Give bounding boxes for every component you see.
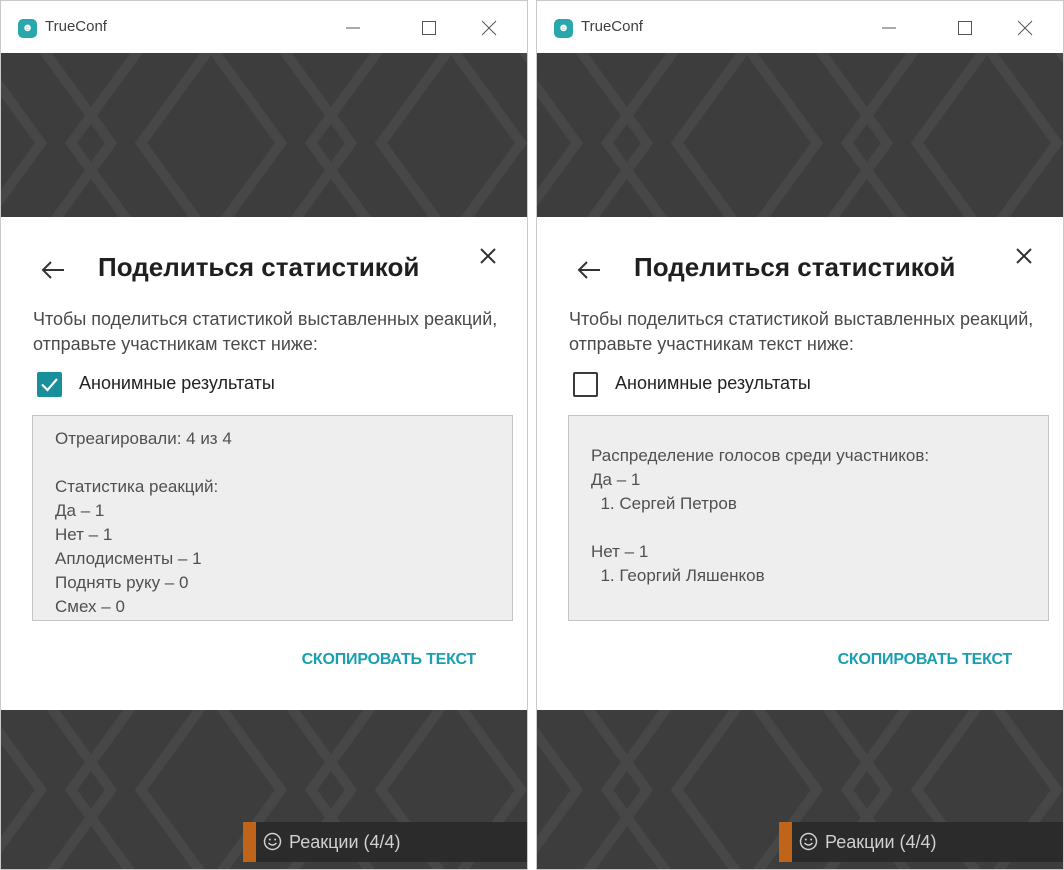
maximize-button[interactable] <box>945 11 985 45</box>
background-pattern <box>537 53 1063 217</box>
text-line: Да – 1 <box>55 501 105 520</box>
title-bar[interactable]: ☻ TrueConf <box>537 1 1063 53</box>
reactions-accent <box>779 822 792 862</box>
text-line <box>591 516 929 540</box>
trueconf-logo-icon: ☻ <box>18 19 37 38</box>
text-line: Распределение голосов среди участников: <box>591 446 930 465</box>
text-line: Смех – 0 <box>55 597 125 616</box>
dialog-title: Поделиться статистикой <box>634 252 956 282</box>
minimize-button[interactable] <box>869 11 909 45</box>
close-icon <box>1016 248 1032 264</box>
statistics-text-area[interactable]: Распределение голосов среди участников: … <box>568 415 1049 621</box>
anonymous-results-checkbox[interactable] <box>37 372 62 397</box>
title-bar[interactable]: ☻ TrueConf <box>1 1 527 53</box>
arrow-left-icon <box>577 261 600 279</box>
minimize-button[interactable] <box>333 11 373 45</box>
trueconf-logo-icon: ☻ <box>554 19 573 38</box>
text-line: Нет – 1 <box>591 542 649 561</box>
maximize-button[interactable] <box>409 11 449 45</box>
close-icon <box>481 20 497 36</box>
statistics-text-area[interactable]: Отреагировали: 4 из 4 Статистика реакций… <box>32 415 513 621</box>
copy-text-button[interactable]: СКОПИРОВАТЬ ТЕКСТ <box>838 651 1013 669</box>
back-button[interactable] <box>37 256 67 284</box>
text-line: Отреагировали: 4 из 4 <box>55 429 232 448</box>
text-line: Аплодисменты – 1 <box>55 549 202 568</box>
back-button[interactable] <box>573 256 603 284</box>
text-line: 1. Сергей Петров <box>591 494 737 513</box>
window-title: TrueConf <box>45 18 107 35</box>
reactions-label: Реакции (4/4) <box>289 832 401 852</box>
reactions-button[interactable]: Реакции (4/4) <box>779 822 1063 862</box>
text-line: Да – 1 <box>591 470 641 489</box>
text-line: Статистика реакций: <box>55 477 219 496</box>
copy-text-button[interactable]: СКОПИРОВАТЬ ТЕКСТ <box>302 651 477 669</box>
checkmark-icon <box>41 378 58 392</box>
trueconf-window-anonymous: ☻ TrueConf Поделиться статистикой Чтобы … <box>0 0 528 870</box>
close-icon <box>1017 20 1033 36</box>
text-line: Поднять руку – 0 <box>55 573 189 592</box>
dialog-description: Чтобы поделиться статистикой выставленны… <box>569 309 1034 354</box>
reactions-label: Реакции (4/4) <box>825 832 937 852</box>
maximize-icon <box>422 21 436 35</box>
maximize-icon <box>958 21 972 35</box>
anonymous-results-label[interactable]: Анонимные результаты <box>615 373 811 394</box>
window-close-button[interactable] <box>469 11 509 45</box>
dialog-title: Поделиться статистикой <box>98 252 420 282</box>
trueconf-window-named: ☻ TrueConf Поделиться статистикой Чтобы … <box>536 0 1064 870</box>
window-close-button[interactable] <box>1005 11 1045 45</box>
text-line: Нет – 1 <box>55 525 113 544</box>
window-title: TrueConf <box>581 18 643 35</box>
minimize-icon <box>346 27 360 29</box>
conference-background <box>1 53 527 217</box>
dialog-close-button[interactable] <box>1013 245 1035 267</box>
share-statistics-dialog: Поделиться статистикой Чтобы поделиться … <box>537 217 1063 710</box>
smile-icon <box>799 832 818 851</box>
reactions-accent <box>243 822 256 862</box>
anonymous-results-checkbox[interactable] <box>573 372 598 397</box>
text-line: 1. Георгий Ляшенков <box>591 566 765 585</box>
smile-icon <box>263 832 282 851</box>
dialog-close-button[interactable] <box>477 245 499 267</box>
minimize-icon <box>882 27 896 29</box>
share-statistics-dialog: Поделиться статистикой Чтобы поделиться … <box>1 217 527 710</box>
statistics-text: Отреагировали: 4 из 4 Статистика реакций… <box>55 427 232 619</box>
close-icon <box>480 248 496 264</box>
anonymous-results-label[interactable]: Анонимные результаты <box>79 373 275 394</box>
reactions-button[interactable]: Реакции (4/4) <box>243 822 527 862</box>
arrow-left-icon <box>41 261 64 279</box>
dialog-description: Чтобы поделиться статистикой выставленны… <box>33 309 498 354</box>
text-line <box>55 451 232 475</box>
statistics-text: Распределение голосов среди участников: … <box>591 444 929 588</box>
conference-background <box>537 53 1063 217</box>
background-pattern <box>1 53 527 217</box>
